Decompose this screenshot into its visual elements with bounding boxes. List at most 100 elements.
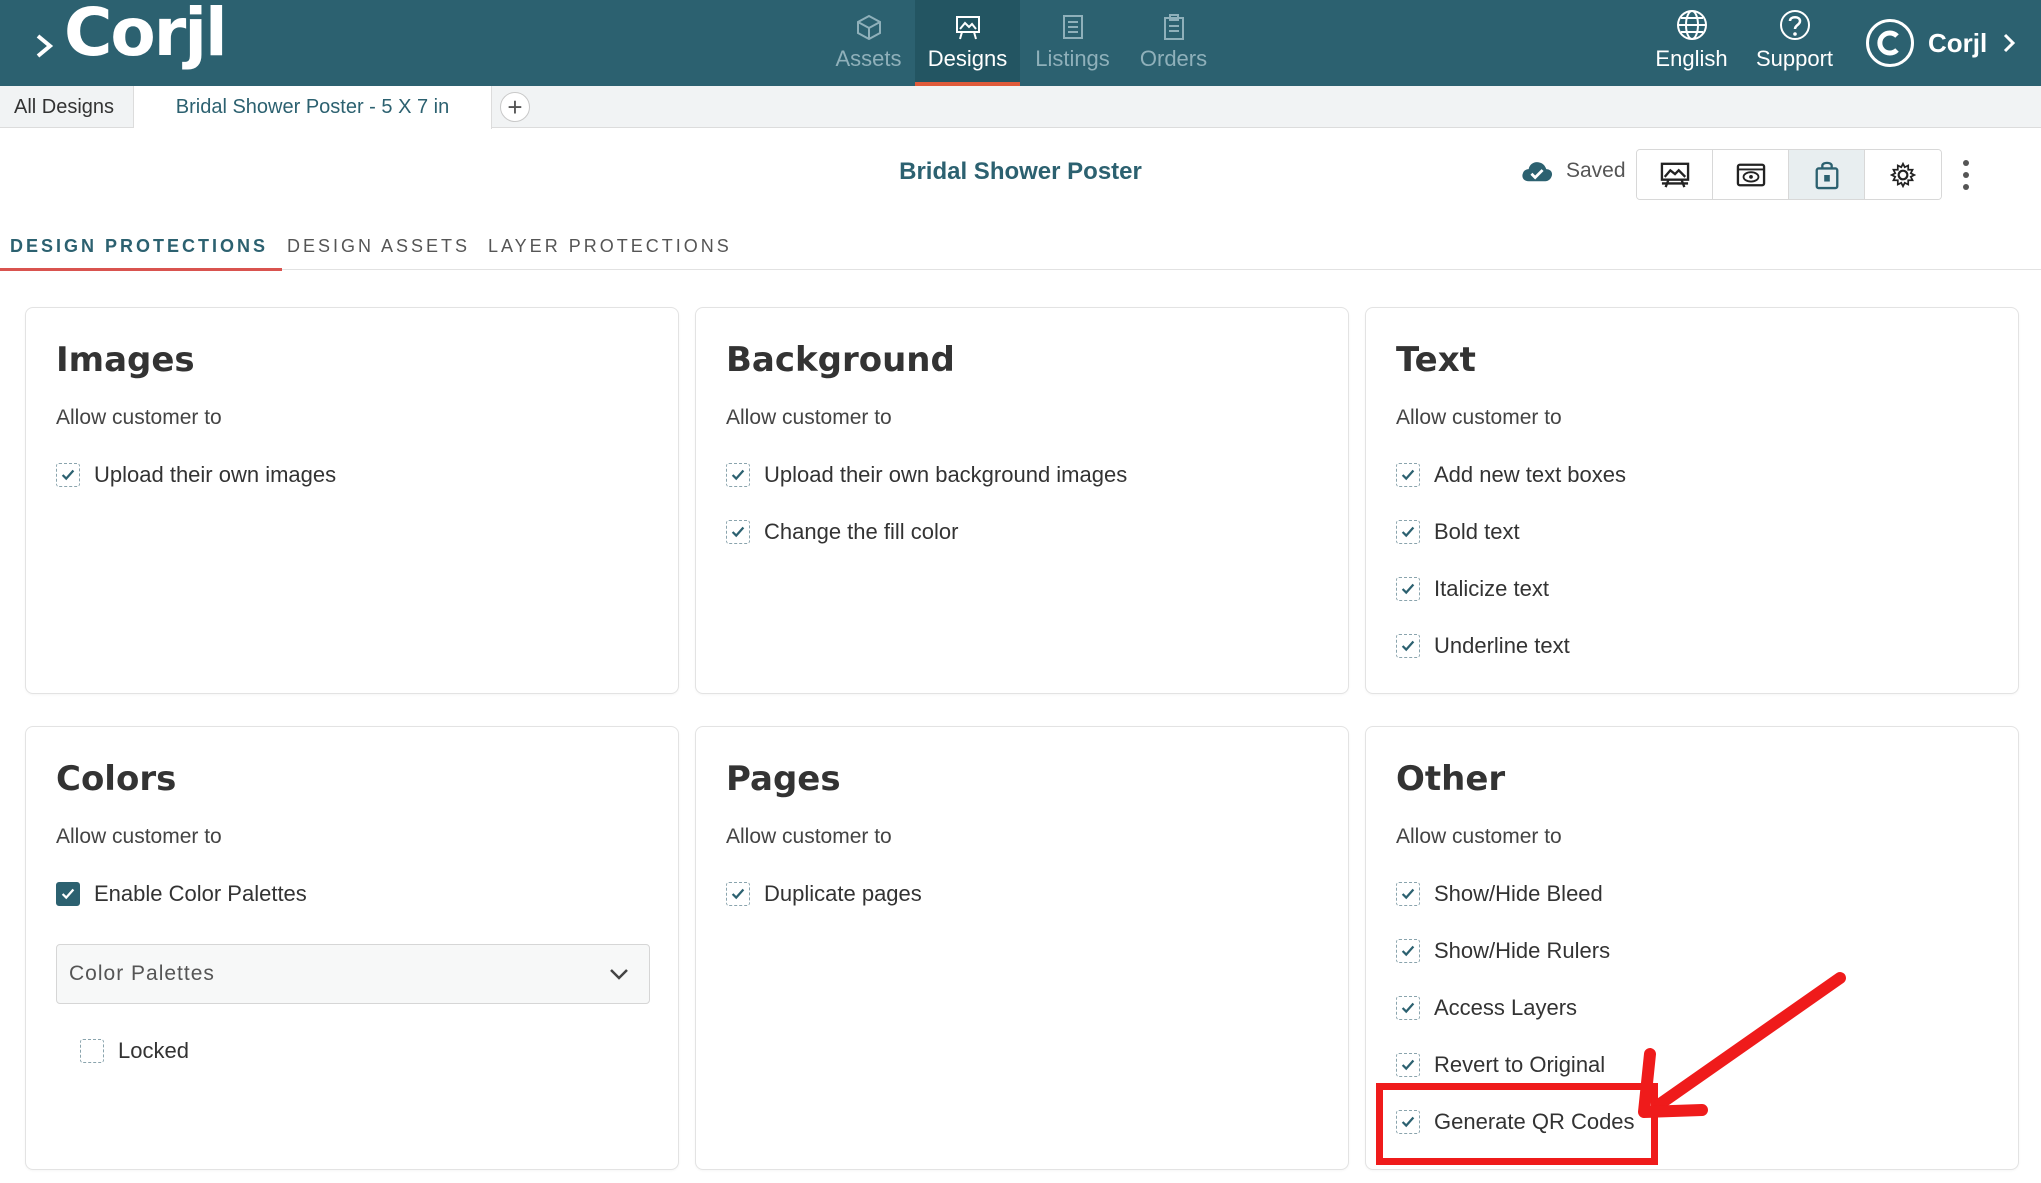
check-icon [1401, 945, 1415, 957]
nav-orders[interactable]: Orders [1121, 0, 1226, 86]
option-show-hide-bleed[interactable]: Show/Hide Bleed [1396, 881, 1603, 907]
design-toolbar [1636, 149, 1942, 200]
checkbox[interactable] [1396, 463, 1420, 487]
document-tabs: All Designs Bridal Shower Poster - 5 X 7… [0, 86, 2041, 129]
list-icon [1062, 15, 1083, 39]
checkbox[interactable] [1396, 882, 1420, 906]
option-label: Show/Hide Rulers [1434, 938, 1611, 963]
option-bold-text[interactable]: Bold text [1396, 519, 1520, 545]
option-label: Revert to Original [1434, 1052, 1606, 1077]
support-label: Support [1755, 46, 1834, 71]
section-tabs: DESIGN PROTECTIONS DESIGN ASSETS LAYER P… [0, 228, 2041, 271]
language-selector[interactable]: English [1654, 0, 1729, 86]
option-label: Duplicate pages [764, 881, 922, 906]
check-icon [1401, 640, 1415, 652]
globe-icon [1676, 10, 1707, 40]
card-subtitle: Allow customer to [56, 825, 222, 848]
more-options-icon[interactable] [1958, 160, 1974, 190]
tab-design-protections[interactable]: DESIGN PROTECTIONS [0, 228, 283, 271]
chevron-right-icon [2004, 33, 2016, 53]
nav-designs[interactable]: Designs [915, 0, 1020, 86]
expand-menu-chevron-icon[interactable] [30, 26, 60, 66]
option-underline-text[interactable]: Underline text [1396, 633, 1570, 659]
top-navigation-bar: Corjl Assets Designs Listings Orders Eng… [0, 0, 2041, 86]
checkbox[interactable] [726, 520, 750, 544]
check-icon [1401, 526, 1415, 538]
checkbox[interactable] [1396, 577, 1420, 601]
tab-all-designs[interactable]: All Designs [0, 86, 134, 128]
card-title: Text [1396, 340, 1476, 380]
nav-assets-label: Assets [835, 46, 902, 71]
protections-button[interactable] [1789, 150, 1865, 199]
option-duplicate-pages[interactable]: Duplicate pages [726, 881, 922, 907]
checkbox[interactable] [80, 1039, 104, 1063]
checkbox[interactable] [1396, 1053, 1420, 1077]
saved-label: Saved [1566, 159, 1626, 182]
support-link[interactable]: Support [1752, 0, 1837, 86]
checkbox[interactable] [1396, 634, 1420, 658]
color-palettes-select[interactable]: Color Palettes [56, 944, 650, 1004]
card-subtitle: Allow customer to [1396, 406, 1562, 429]
option-label: Enable Color Palettes [94, 881, 307, 906]
select-value: Color Palettes [69, 962, 215, 985]
check-icon [1401, 888, 1415, 900]
card-subtitle: Allow customer to [726, 406, 892, 429]
nav-assets[interactable]: Assets [816, 0, 921, 86]
cube-icon [856, 14, 881, 40]
help-circle-icon [1779, 10, 1810, 40]
preview-button[interactable] [1713, 150, 1789, 199]
option-add-text-boxes[interactable]: Add new text boxes [1396, 462, 1626, 488]
checkbox[interactable] [726, 882, 750, 906]
checkbox[interactable] [726, 463, 750, 487]
edit-design-button[interactable] [1637, 150, 1713, 199]
nav-listings-label: Listings [1035, 46, 1110, 71]
option-label: Locked [118, 1038, 189, 1063]
tab-current-design[interactable]: Bridal Shower Poster - 5 X 7 in [134, 86, 492, 129]
nav-listings[interactable]: Listings [1020, 0, 1125, 86]
option-revert-to-original[interactable]: Revert to Original [1396, 1052, 1605, 1078]
option-access-layers[interactable]: Access Layers [1396, 995, 1577, 1021]
check-icon [1401, 469, 1415, 481]
design-board-icon [1660, 162, 1689, 188]
checkbox[interactable] [1396, 996, 1420, 1020]
option-label: Upload their own images [94, 462, 337, 487]
option-enable-color-palettes[interactable]: Enable Color Palettes [56, 881, 307, 907]
option-upload-background[interactable]: Upload their own background images [726, 462, 1127, 488]
chevron-down-icon [610, 969, 628, 980]
checkbox[interactable] [1396, 520, 1420, 544]
card-title: Pages [726, 759, 841, 799]
option-upload-images[interactable]: Upload their own images [56, 462, 336, 488]
check-icon [1401, 583, 1415, 595]
checkbox[interactable] [56, 882, 80, 906]
account-avatar-icon [1866, 19, 1914, 67]
option-italicize-text[interactable]: Italicize text [1396, 576, 1549, 602]
option-locked[interactable]: Locked [80, 1038, 189, 1064]
saved-status: Saved [1520, 158, 1626, 184]
option-label: Underline text [1434, 633, 1570, 658]
option-label: Bold text [1434, 519, 1520, 544]
option-show-hide-rulers[interactable]: Show/Hide Rulers [1396, 938, 1610, 964]
text-card: Text Allow customer to Add new text boxe… [1365, 307, 2019, 694]
tab-layer-protections[interactable]: LAYER PROTECTIONS [488, 228, 732, 270]
card-subtitle: Allow customer to [1396, 825, 1562, 848]
nav-designs-label: Designs [927, 46, 1008, 71]
checkbox[interactable] [56, 463, 80, 487]
check-icon [731, 469, 745, 481]
design-board-icon [955, 16, 980, 40]
option-fill-color[interactable]: Change the fill color [726, 519, 958, 545]
annotation-arrow [1638, 972, 1846, 1118]
card-title: Colors [56, 759, 177, 799]
card-title: Other [1396, 759, 1506, 799]
settings-button[interactable] [1865, 150, 1941, 199]
tab-design-assets[interactable]: DESIGN ASSETS [287, 228, 470, 270]
colors-card: Colors Allow customer to Enable Color Pa… [25, 726, 679, 1170]
add-tab-button[interactable]: + [500, 92, 530, 122]
option-label: Access Layers [1434, 995, 1578, 1020]
card-title: Images [56, 340, 195, 380]
background-card: Background Allow customer to Upload thei… [695, 307, 1349, 694]
option-label: Upload their own background images [764, 462, 1128, 487]
annotation-highlight-box [1376, 1083, 1658, 1165]
account-menu[interactable]: Corjl [1866, 18, 2017, 68]
checkbox[interactable] [1396, 939, 1420, 963]
corjl-logo[interactable]: Corjl [64, 0, 228, 71]
